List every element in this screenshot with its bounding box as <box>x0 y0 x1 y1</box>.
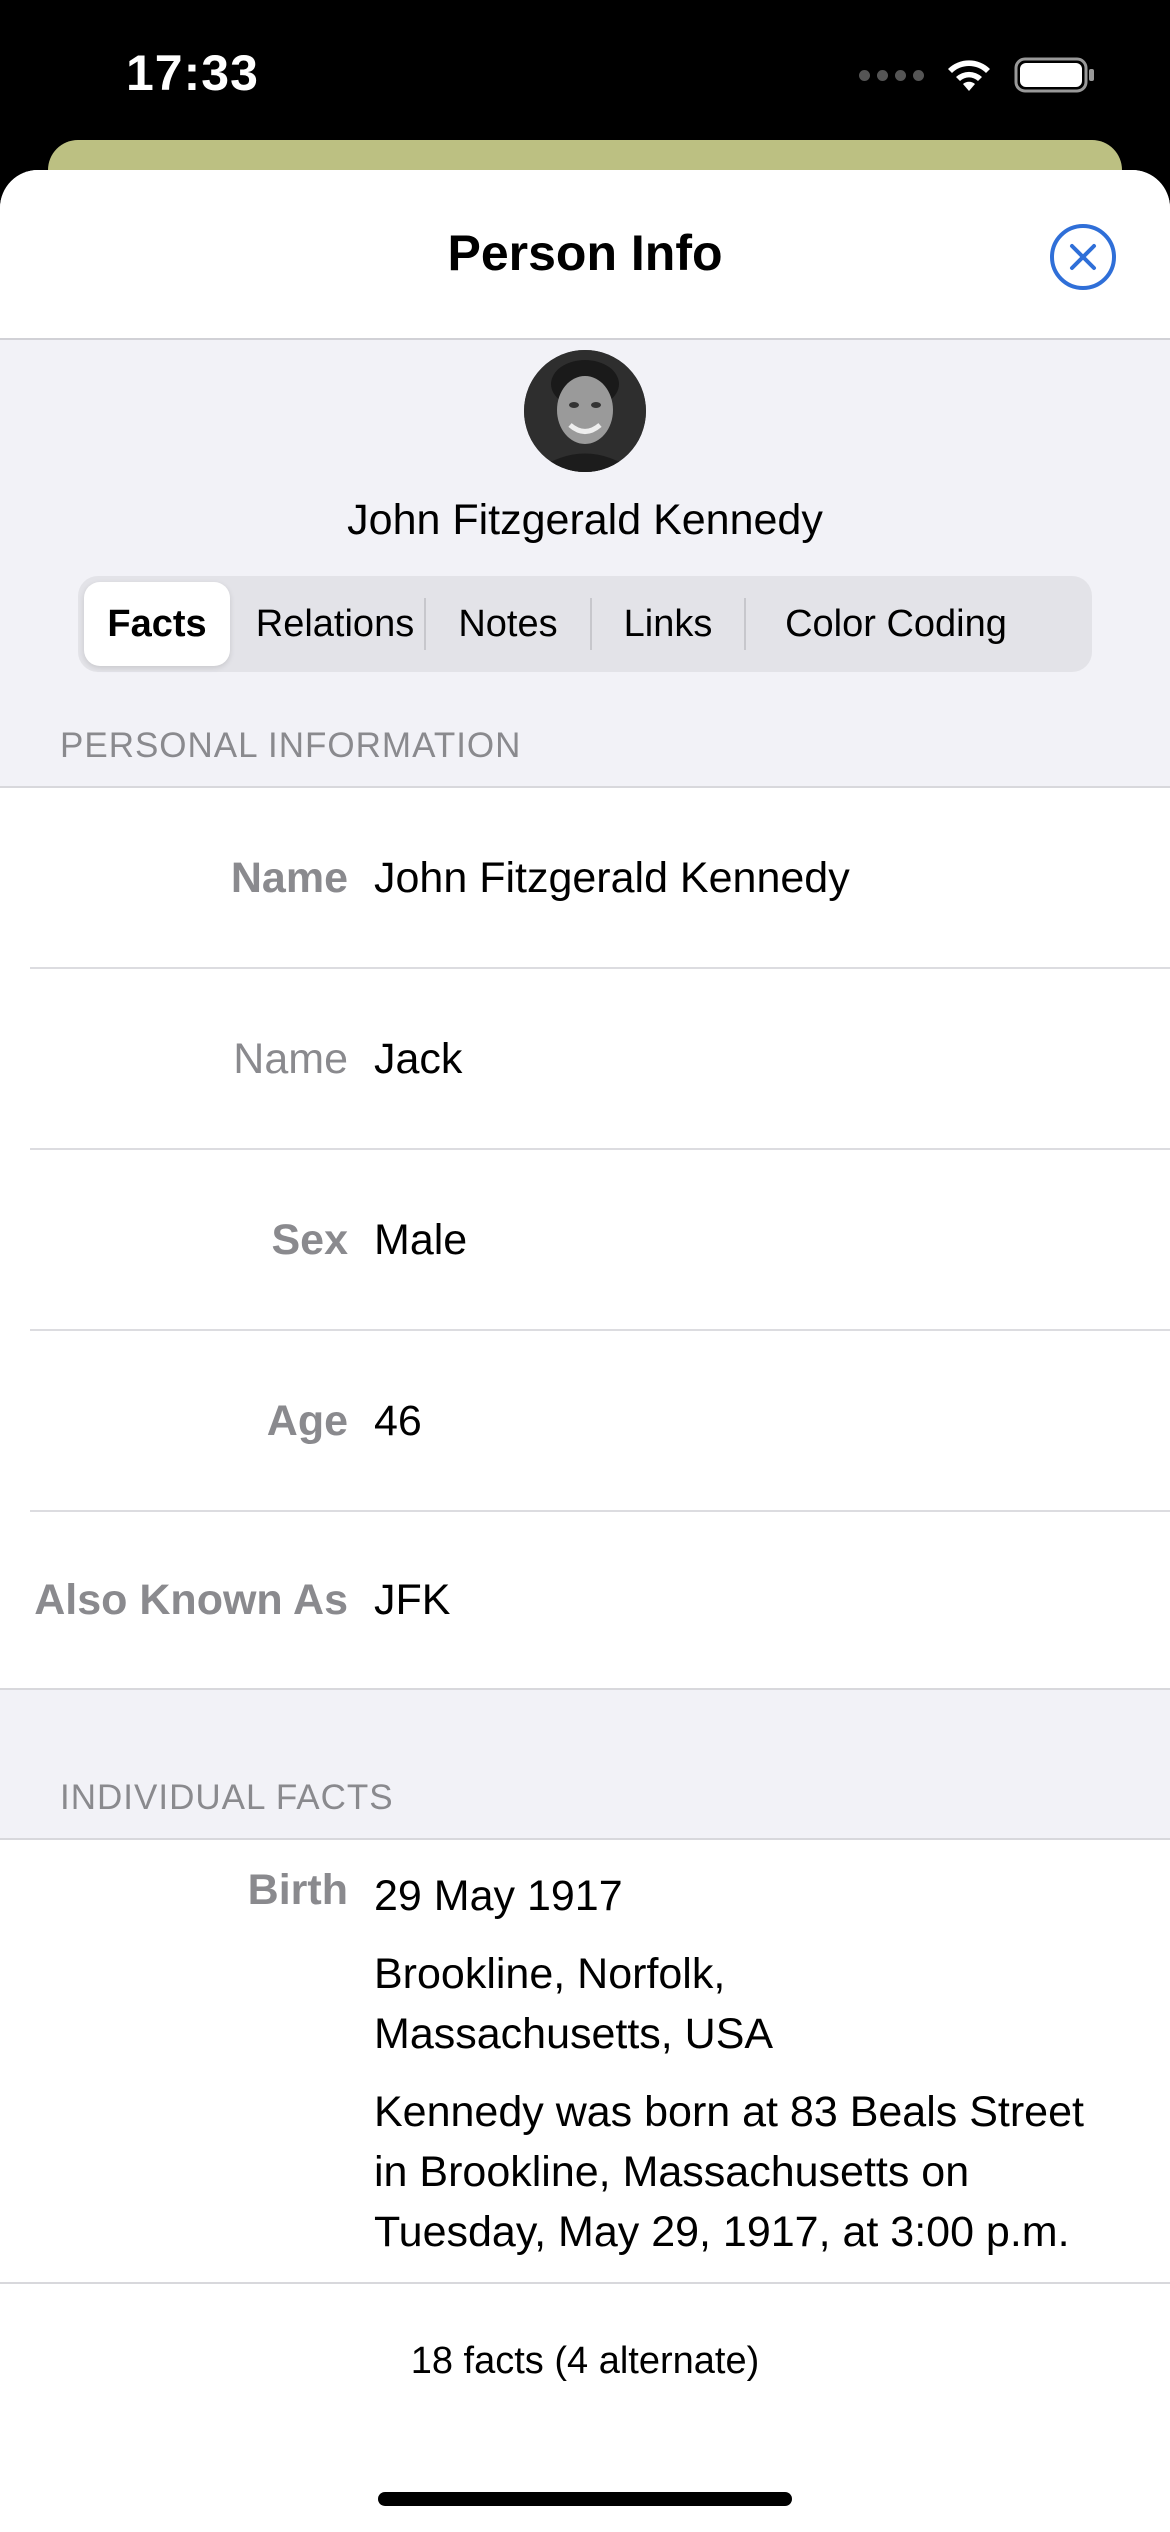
info-row-age[interactable]: Age 46 <box>0 1331 1170 1512</box>
row-value: Male <box>374 1216 468 1264</box>
fact-row-birth[interactable]: Birth 29 May 1917 Brookline, Norfolk, Ma… <box>0 1840 1170 2280</box>
fact-place: Brookline, Norfolk, Massachusetts, USA <box>374 1950 774 2058</box>
info-row-sex[interactable]: Sex Male <box>0 1150 1170 1331</box>
home-indicator[interactable] <box>378 2492 792 2506</box>
tab-notes[interactable]: Notes <box>426 582 590 666</box>
info-row-name[interactable]: Name John Fitzgerald Kennedy <box>0 788 1170 969</box>
close-button[interactable] <box>1050 224 1116 290</box>
individual-facts-group: Birth 29 May 1917 Brookline, Norfolk, Ma… <box>0 1838 1170 2298</box>
status-icons <box>859 56 1096 94</box>
info-row-also-known-as[interactable]: Also Known As JFK <box>0 1512 1170 1688</box>
fact-label: Birth <box>247 1866 348 1914</box>
person-name: John Fitzgerald Kennedy <box>347 496 823 544</box>
status-bar: 17:33 <box>0 0 1170 150</box>
row-value: John Fitzgerald Kennedy <box>374 854 850 902</box>
tab-facts[interactable]: Facts <box>84 582 230 666</box>
fact-description: Kennedy was born at 83 Beals Street in B… <box>374 2088 1084 2256</box>
row-label: Also Known As <box>34 1575 348 1624</box>
segmented-control: Facts Relations Notes Links Color Coding <box>78 576 1092 672</box>
avatar[interactable] <box>524 350 646 472</box>
info-row-alternate-name[interactable]: Name Jack <box>0 969 1170 1150</box>
row-value: JFK <box>374 1575 451 1624</box>
section-header-individual-facts: INDIVIDUAL FACTS <box>60 1778 394 1817</box>
close-icon <box>1070 244 1096 270</box>
row-value: 46 <box>374 1397 422 1445</box>
cellular-signal-icon <box>859 69 924 81</box>
facts-summary: 18 facts (4 alternate) <box>410 2340 760 2382</box>
personal-information-group: Name John Fitzgerald Kennedy Name Jack S… <box>0 786 1170 1690</box>
person-info-sheet: Person Info John Fitzgerald Kennedy Fact… <box>0 170 1170 2532</box>
person-photo <box>524 350 646 472</box>
wifi-icon <box>948 60 990 91</box>
row-value: Jack <box>374 1035 463 1083</box>
navigation-bar: Person Info <box>0 170 1170 340</box>
row-label: Age <box>266 1397 348 1445</box>
fact-details: 29 May 1917 Brookline, Norfolk, Massachu… <box>374 1866 1114 2280</box>
tab-links[interactable]: Links <box>592 582 744 666</box>
row-label: Sex <box>271 1216 348 1264</box>
bottom-toolbar: 18 facts (4 alternate) <box>0 2282 1170 2532</box>
tab-color-coding[interactable]: Color Coding <box>746 582 1046 666</box>
battery-icon <box>1014 57 1094 93</box>
section-header-personal-information: PERSONAL INFORMATION <box>60 726 522 765</box>
status-time: 17:33 <box>126 45 259 101</box>
page-title: Person Info <box>447 225 723 281</box>
fact-date: 29 May 1917 <box>374 1872 623 1920</box>
row-label: Name <box>233 1035 348 1083</box>
tab-relations[interactable]: Relations <box>246 582 424 666</box>
row-label: Name <box>230 854 348 902</box>
